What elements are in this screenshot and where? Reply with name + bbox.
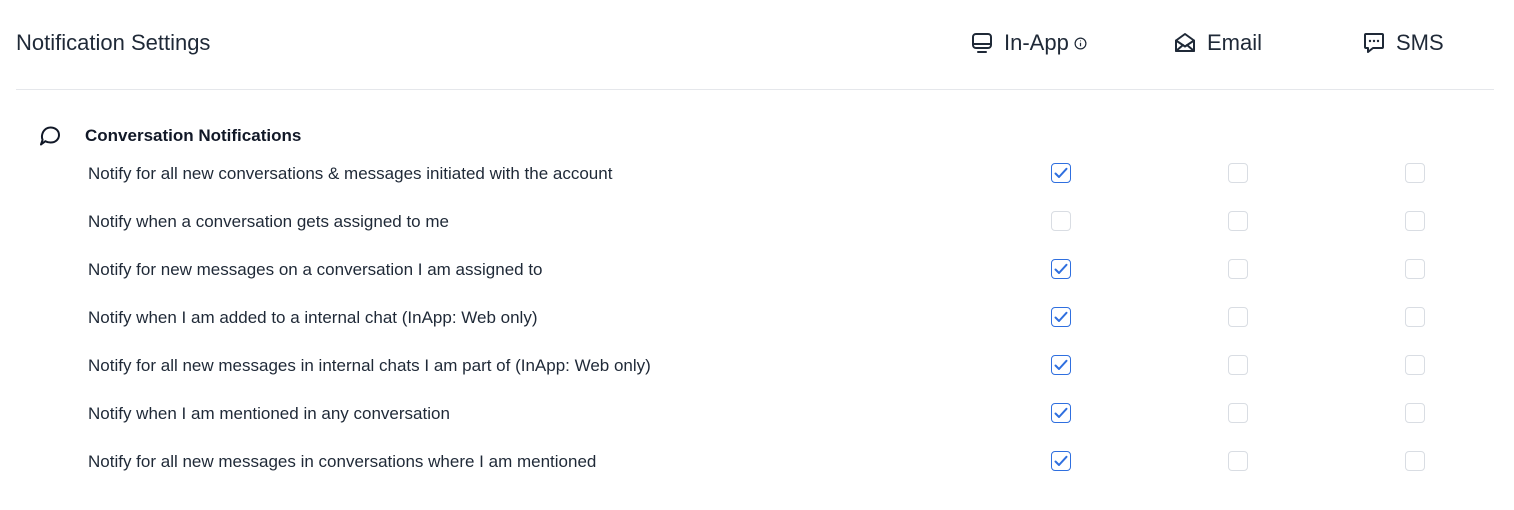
section-title: Conversation Notifications — [85, 126, 302, 145]
checkbox-email[interactable] — [1228, 403, 1248, 423]
checkbox-in-app[interactable] — [1051, 451, 1071, 471]
checkbox-in-app[interactable] — [1051, 355, 1071, 375]
checkbox-in-app[interactable] — [1051, 211, 1071, 231]
channel-label-email: Email — [1207, 30, 1263, 55]
notification-row: Notify for all new messages in internal … — [0, 354, 1514, 402]
checkbox-sms[interactable] — [1405, 403, 1425, 423]
notification-row: Notify when I am added to a internal cha… — [0, 306, 1514, 354]
notification-row: Notify when a conversation gets assigned… — [0, 210, 1514, 258]
checkbox-sms[interactable] — [1405, 451, 1425, 471]
checkbox-email[interactable] — [1228, 211, 1248, 231]
chat-bubble-dots-icon — [1362, 31, 1386, 55]
channel-label-sms: SMS — [1396, 30, 1444, 55]
notification-row: Notify when I am mentioned in any conver… — [0, 402, 1514, 450]
checkmark-icon — [1054, 359, 1068, 370]
checkbox-sms[interactable] — [1405, 355, 1425, 375]
checkbox-in-app[interactable] — [1051, 403, 1071, 423]
checkbox-email[interactable] — [1228, 259, 1248, 279]
checkbox-sms[interactable] — [1405, 211, 1425, 231]
channel-header-in-app: In-App — [970, 29, 1087, 57]
checkmark-icon — [1054, 455, 1068, 466]
speech-bubble-icon — [38, 124, 62, 153]
page-title: Notification Settings — [16, 30, 211, 55]
checkbox-sms[interactable] — [1405, 259, 1425, 279]
channel-header-sms: SMS — [1362, 29, 1444, 57]
notification-row-label: Notify for all new conversations & messa… — [88, 164, 613, 183]
header-divider — [16, 89, 1494, 90]
checkbox-email[interactable] — [1228, 307, 1248, 327]
notification-row-label: Notify for all new messages in internal … — [88, 356, 651, 375]
checkmark-icon — [1054, 407, 1068, 418]
notification-row-label: Notify when I am added to a internal cha… — [88, 308, 538, 327]
envelope-open-icon — [1173, 31, 1197, 55]
channel-header-email: Email — [1173, 29, 1262, 57]
checkbox-email[interactable] — [1228, 355, 1248, 375]
notification-row: Notify for all new conversations & messa… — [0, 162, 1514, 210]
checkmark-icon — [1054, 263, 1068, 274]
checkbox-email[interactable] — [1228, 451, 1248, 471]
checkbox-sms[interactable] — [1405, 307, 1425, 327]
notification-row-label: Notify for new messages on a conversatio… — [88, 260, 543, 279]
info-icon[interactable] — [1074, 37, 1087, 50]
notification-row-label: Notify for all new messages in conversat… — [88, 452, 597, 471]
checkmark-icon — [1054, 167, 1068, 178]
checkmark-icon — [1054, 311, 1068, 322]
checkbox-in-app[interactable] — [1051, 259, 1071, 279]
notification-row-label: Notify when I am mentioned in any conver… — [88, 404, 450, 423]
checkbox-in-app[interactable] — [1051, 307, 1071, 327]
notification-row-label: Notify when a conversation gets assigned… — [88, 212, 449, 231]
settings-header: Notification Settings In-App Email SMS — [0, 0, 1514, 90]
channel-label-in-app: In-App — [1004, 30, 1069, 55]
notification-row: Notify for new messages on a conversatio… — [0, 258, 1514, 306]
checkbox-email[interactable] — [1228, 163, 1248, 183]
checkbox-in-app[interactable] — [1051, 163, 1071, 183]
monitor-icon — [970, 31, 994, 55]
notification-row: Notify for all new messages in conversat… — [0, 450, 1514, 498]
checkbox-sms[interactable] — [1405, 163, 1425, 183]
